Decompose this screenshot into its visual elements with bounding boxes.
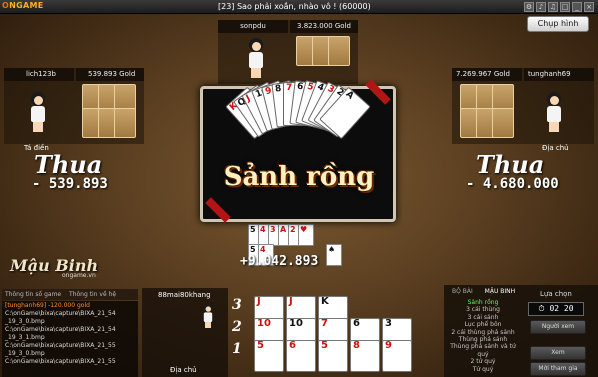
combo-item: 3 cái thùng — [466, 306, 500, 314]
log-line: C:\onGame\bixa\capture\BIXA_21_55 — [5, 358, 116, 365]
bottom-gain: +9.042.893 — [240, 254, 319, 269]
right-player-name: tunghanh69 — [524, 68, 594, 81]
combo-item: Tứ quý — [472, 365, 494, 373]
tab-game-info[interactable]: Thông tin số game — [2, 291, 64, 298]
table-card: ♥ — [298, 224, 314, 246]
right-player-gold: 7.269.967 Gold — [452, 68, 522, 81]
combo-item: Sảnh rồng — [467, 299, 499, 306]
right-player-avatar — [542, 92, 566, 132]
sound-icon[interactable]: ♪ — [536, 2, 546, 12]
ongame-logo: ONGAME — [2, 1, 44, 10]
bottom-player-role: Địa chủ — [170, 366, 197, 374]
close-icon[interactable]: × — [584, 2, 594, 12]
hand-card[interactable]: 8 — [350, 340, 380, 372]
combo-item: Thùng phá sảnh — [458, 336, 508, 344]
combo-item: Thùng phá sảnh và tứ quý — [450, 343, 516, 358]
log-tabs: Thông tin số game Thông tin về hệ thống — [2, 289, 138, 309]
card-back — [114, 108, 136, 138]
countdown-timer: ⏱ 02 20 — [528, 302, 584, 316]
log-line: C:\onGame\bixa\capture\BIXA_21_54 — [5, 310, 116, 317]
combo-item: 2 cái thùng phá sảnh — [451, 328, 515, 336]
log-line: C:\onGame\bixa\capture\BIXA_21_55 — [5, 342, 116, 349]
card-back — [492, 108, 514, 138]
left-result: Thua — [34, 150, 103, 179]
settings-icon[interactable]: ⚙ — [524, 2, 534, 12]
bottom-player-panel — [142, 288, 228, 377]
combo-item: 3 cái sảnh — [467, 313, 499, 321]
hand-card[interactable]: 5 — [254, 340, 284, 372]
row-number: 3 — [232, 297, 242, 313]
log-line: C:\onGame\bixa\capture\BIXA_21_54 — [5, 326, 116, 333]
row-number: 2 — [232, 319, 242, 335]
game-log: [tunghanh69] -120.000 gold C:\onGame\bix… — [2, 301, 138, 377]
invite-button[interactable]: Mời tham gia — [530, 362, 586, 376]
capture-button[interactable]: Chụp hình — [527, 16, 589, 32]
bottom-player-avatar — [201, 304, 215, 328]
table-card: ♠ — [326, 244, 342, 266]
log-line: [tunghanh69] -120.000 gold — [5, 302, 90, 309]
left-player-avatar — [26, 92, 50, 132]
tab-mau-binh[interactable]: MẬU BINH — [485, 288, 515, 295]
combo-item: Lục phế bôn — [464, 321, 502, 329]
spectators-button[interactable]: Người xem — [530, 320, 586, 334]
card-back — [328, 36, 350, 66]
hand-card[interactable]: 9 — [382, 340, 412, 372]
view-button[interactable]: Xem — [530, 346, 586, 360]
top-player-gold: 3.823.000 Gold — [290, 20, 358, 33]
left-player-name: lich123b — [4, 68, 74, 81]
choose-label: Lựa chọn — [540, 290, 572, 298]
row-number: 1 — [232, 341, 242, 357]
combo-list: Sảnh rồng 3 cái thùng 3 cái sảnh Lục phế bô… — [446, 299, 520, 373]
log-line: _19_3_1.bmp — [5, 334, 45, 341]
tab-deck[interactable]: BỘ BÀI — [452, 288, 473, 295]
fullscreen-icon[interactable]: □ — [560, 2, 570, 12]
top-player-name: sonpdu — [218, 20, 288, 33]
right-amount: - 4.680.000 — [466, 176, 559, 192]
music-icon[interactable]: ♫ — [548, 2, 558, 12]
left-player-gold: 539.893 Gold — [76, 68, 144, 81]
title-bar: ONGAME [23] Sao phải xoắn, nhào vô ! (60… — [0, 0, 598, 14]
combo-tabs: BỘ BÀI MẬU BINH — [444, 288, 515, 295]
combo-name: Sảnh rồng — [223, 162, 375, 192]
bottom-player-name: 88mai80khang — [158, 291, 211, 299]
minimize-icon[interactable]: _ — [572, 2, 582, 12]
log-line: _19_3_0.bmp — [5, 318, 45, 325]
right-result: Thua — [476, 150, 545, 179]
left-amount: - 539.893 — [32, 176, 108, 192]
hand-card[interactable]: 5 — [318, 340, 348, 372]
combo-item: 2 tứ quý — [470, 358, 496, 366]
brand-site: ongame.vn — [62, 272, 96, 279]
room-title: [23] Sao phải xoắn, nhào vô ! (60000) — [218, 2, 371, 11]
log-line: _19_3_0.bmp — [5, 350, 45, 357]
top-player-avatar — [244, 38, 268, 78]
hand-card[interactable]: 6 — [286, 340, 316, 372]
right-player-role: Địa chủ — [542, 144, 569, 152]
